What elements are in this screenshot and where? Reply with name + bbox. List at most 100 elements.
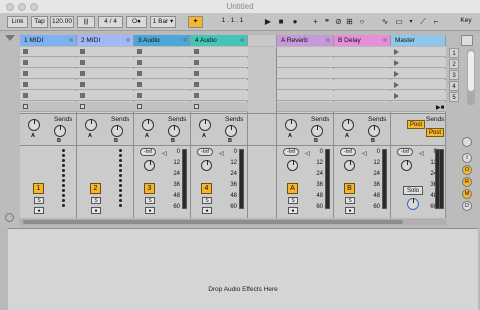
session-scrollbar[interactable] <box>20 219 446 225</box>
clip-slot[interactable] <box>134 69 191 79</box>
midi-keyboard-dropdown-icon[interactable]: ▾ <box>407 17 415 27</box>
post-button[interactable]: Post <box>426 128 445 137</box>
reenable-automation-icon[interactable]: ⊘ <box>334 17 343 27</box>
track-header-2-midi[interactable]: 2 MIDI <box>77 35 134 46</box>
arm-button[interactable]: ● <box>345 207 355 214</box>
play-icon[interactable]: ▶ <box>263 17 273 27</box>
clip-slot[interactable] <box>334 47 391 57</box>
automation-arm-icon[interactable]: ⚭ <box>322 17 332 27</box>
clip-slot[interactable] <box>20 69 77 79</box>
record-icon[interactable]: ● <box>290 17 300 27</box>
arm-button[interactable]: ● <box>34 207 44 214</box>
pan-knob[interactable] <box>201 160 212 171</box>
capture-midi-icon[interactable]: ⊞ <box>345 17 354 27</box>
send-knob-a[interactable] <box>85 119 97 131</box>
clip-slot[interactable] <box>134 80 191 90</box>
clip-slot[interactable] <box>277 69 334 79</box>
clip-slot[interactable] <box>334 80 391 90</box>
volume-field[interactable]: -Inf <box>340 148 356 156</box>
metronome-mode-button[interactable]: O● <box>126 16 147 28</box>
volume-field[interactable]: -Inf <box>140 148 156 156</box>
track-header-b-delay[interactable]: B Delay <box>334 35 391 46</box>
scene-scrollbar[interactable] <box>467 49 475 105</box>
solo-button[interactable]: S <box>288 197 298 204</box>
pan-knob[interactable] <box>401 160 412 171</box>
track-header-master[interactable]: Master <box>391 35 446 46</box>
volume-field[interactable]: -Inf <box>397 148 413 156</box>
arm-button[interactable]: ● <box>288 207 298 214</box>
scene-scrollbar-thumb[interactable] <box>468 51 474 91</box>
scene-launch-icon[interactable] <box>394 49 399 55</box>
clip-slot[interactable] <box>334 58 391 68</box>
solo-button[interactable]: S <box>91 197 101 204</box>
send-knob-a[interactable] <box>199 119 211 131</box>
device-view-toggle-icon[interactable] <box>5 213 14 222</box>
track-activator-button[interactable]: A <box>287 183 298 194</box>
time-signature-field[interactable]: 4 / 4 <box>98 16 123 28</box>
stop-clip-button[interactable] <box>23 104 28 109</box>
solo-button[interactable]: S <box>34 197 44 204</box>
cue-volume-knob[interactable] <box>407 198 419 210</box>
scene-number[interactable]: 3 <box>449 70 459 80</box>
loop-icon[interactable]: ⟋ <box>418 17 428 27</box>
mixer-toggle-icon[interactable] <box>462 137 472 147</box>
send-knob-b[interactable] <box>311 125 323 137</box>
arm-button[interactable]: ● <box>91 207 101 214</box>
send-knob-a[interactable] <box>285 119 297 131</box>
tempo-field[interactable]: 120.00 <box>50 16 74 28</box>
clip-slot[interactable] <box>191 58 248 68</box>
track-header-1-midi[interactable]: 1 MIDI <box>20 35 77 46</box>
scene-number[interactable]: 2 <box>449 59 459 69</box>
scene-launch-icon[interactable] <box>394 82 399 88</box>
stop-icon[interactable]: ■ <box>276 17 286 27</box>
metronome-button[interactable]: ✦ <box>188 16 203 28</box>
clip-slot[interactable] <box>134 58 191 68</box>
clip-slot[interactable] <box>391 58 446 68</box>
solo-button[interactable]: S <box>345 197 355 204</box>
pan-knob[interactable] <box>344 160 355 171</box>
clip-slot[interactable] <box>334 69 391 79</box>
scene-launch-icon[interactable] <box>394 93 399 99</box>
track-activator-button[interactable]: 4 <box>201 183 212 194</box>
send-knob-b[interactable] <box>225 125 237 137</box>
track-activator-button[interactable]: 3 <box>144 183 155 194</box>
clip-slot[interactable] <box>20 80 77 90</box>
tap-tempo-button[interactable]: Tap <box>31 16 48 28</box>
track-header-3-audio[interactable]: 3 Audio <box>134 35 191 46</box>
clip-slot[interactable] <box>20 58 77 68</box>
clip-slot[interactable] <box>277 91 334 101</box>
track-activator-button[interactable]: 1 <box>33 183 44 194</box>
stop-all-clips-icon[interactable]: ▶■ <box>436 104 444 111</box>
computer-midi-keyboard-icon[interactable]: ▭ <box>394 17 404 27</box>
scene-number[interactable]: 5 <box>449 92 459 102</box>
clip-slot[interactable] <box>391 47 446 57</box>
io-toggle-button[interactable]: M <box>462 189 472 199</box>
send-knob-b[interactable] <box>54 125 66 137</box>
session-record-icon[interactable]: ○ <box>357 17 367 27</box>
clip-slot[interactable] <box>277 58 334 68</box>
pan-knob[interactable] <box>144 160 155 171</box>
clip-slot[interactable] <box>277 47 334 57</box>
arrangement-position-field[interactable]: 1 . 1 . 1 <box>210 16 255 28</box>
stop-clip-button[interactable] <box>137 104 142 109</box>
track-activator-button[interactable]: 2 <box>90 183 101 194</box>
clip-slot[interactable] <box>134 47 191 57</box>
stop-clip-button[interactable] <box>194 104 199 109</box>
send-knob-a[interactable] <box>342 119 354 131</box>
overdub-icon[interactable]: + <box>311 17 320 27</box>
io-toggle-button[interactable]: O <box>462 165 472 175</box>
clip-slot[interactable] <box>134 91 191 101</box>
session-scrollbar-thumb[interactable] <box>23 220 403 224</box>
clip-slot[interactable] <box>77 80 134 90</box>
send-knob-a[interactable] <box>28 119 40 131</box>
track-activator-button[interactable]: B <box>344 183 355 194</box>
draw-mode-icon[interactable]: ∿ <box>380 17 390 27</box>
clip-slot[interactable] <box>334 91 391 101</box>
clip-slot[interactable] <box>191 69 248 79</box>
clip-slot[interactable] <box>391 69 446 79</box>
clip-slot[interactable] <box>191 80 248 90</box>
clip-slot[interactable] <box>77 47 134 57</box>
scene-launch-icon[interactable] <box>394 60 399 66</box>
detail-view-panel[interactable]: Drop Audio Effects Here <box>8 228 478 310</box>
clip-slot[interactable] <box>391 80 446 90</box>
